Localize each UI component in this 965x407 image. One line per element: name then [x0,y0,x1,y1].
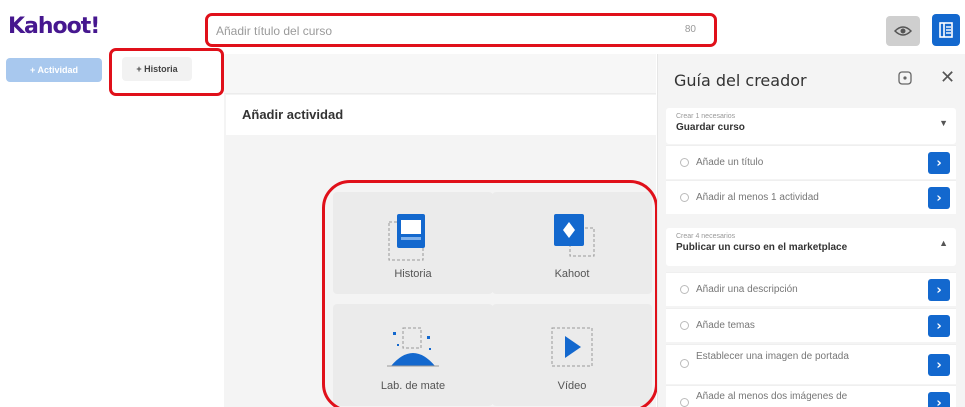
story-button-highlight: + Historia [109,48,224,96]
task-label: Añade temas [696,320,755,331]
go-to-task-button[interactable]: › [928,315,950,337]
course-title-field-highlight: 80 [205,13,717,47]
title-character-counter: 80 [684,24,696,35]
guide-task: Añadir al menos 1 actividad › [666,180,956,214]
task-checkbox[interactable] [680,321,689,330]
guide-group-save[interactable]: Crear 1 necesarios Guardar curso ▼ [666,108,956,144]
task-checkbox[interactable] [680,285,689,294]
guide-group-publish[interactable]: Crear 4 necesarios Publicar un curso en … [666,228,956,266]
task-label: Añadir una descripción [696,284,798,295]
group-title: Publicar un curso en el marketplace [676,242,848,253]
course-title-input[interactable] [216,22,656,40]
kahoot-course-editor: Kahoot! 80 + Actividad + Historia Añadir… [0,0,965,407]
group-requirement-note: Crear 4 necesarios [676,233,736,240]
preview-button[interactable] [886,16,920,46]
close-icon[interactable]: ✕ [940,67,955,88]
eye-icon [894,26,912,36]
guide-task: Añade al menos dos imágenes de › [666,385,956,407]
creator-guide-title: Guía del creador [674,71,807,90]
go-to-task-button[interactable]: › [928,152,950,174]
activity-tiles-highlight [322,180,658,407]
creator-guide-toggle-button[interactable] [932,14,960,46]
guide-task: Añade temas › [666,308,956,342]
info-icon[interactable] [897,70,913,86]
task-checkbox[interactable] [680,193,689,202]
go-to-task-button[interactable]: › [928,354,950,376]
add-activity-button[interactable]: + Actividad [6,58,102,82]
task-label: Añade un título [696,157,764,168]
activity-picker-header [224,54,656,94]
add-story-button[interactable]: + Historia [122,57,192,81]
chevron-down-icon: ▼ [939,118,948,128]
guide-task: Añade un título › [666,145,956,179]
group-title: Guardar curso [676,122,745,133]
guide-task: Establecer una imagen de portada › [666,344,956,384]
add-activity-card: Añadir actividad [226,95,656,135]
task-checkbox[interactable] [680,158,689,167]
creator-guide-panel: Guía del creador ✕ Crear 1 necesarios Gu… [657,54,965,407]
go-to-task-button[interactable]: › [928,279,950,301]
chevron-up-icon: ▲ [939,238,948,248]
task-label: Añade al menos dos imágenes de [696,391,848,402]
guide-task: Añadir una descripción › [666,272,956,306]
task-label: Establecer una imagen de portada [696,351,849,362]
task-checkbox[interactable] [680,359,689,368]
group-requirement-note: Crear 1 necesarios [676,113,736,120]
guide-list-icon [939,22,953,38]
go-to-task-button[interactable]: › [928,392,950,407]
kahoot-logo[interactable]: Kahoot! [8,14,100,39]
add-activity-title: Añadir actividad [242,107,344,122]
go-to-task-button[interactable]: › [928,187,950,209]
task-checkbox[interactable] [680,398,689,407]
task-label: Añadir al menos 1 actividad [696,192,819,203]
